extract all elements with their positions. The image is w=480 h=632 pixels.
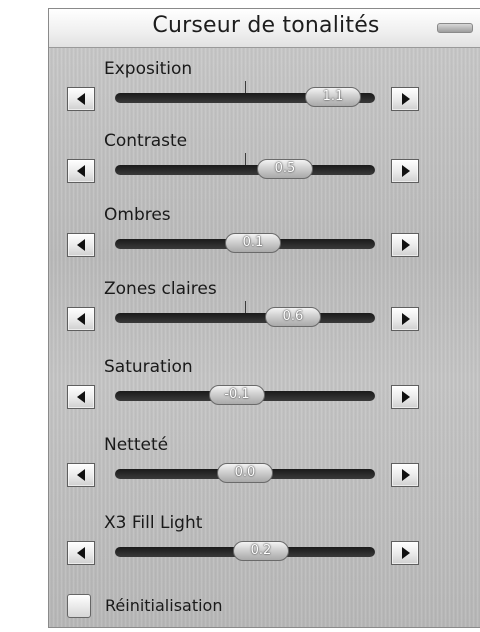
slider-thumb[interactable]: 0.1 (225, 233, 281, 253)
slider-label: Exposition (104, 59, 193, 79)
slider-thumb[interactable]: 0.2 (233, 541, 289, 561)
decrease-button[interactable] (67, 541, 95, 565)
slider-label: Contraste (104, 131, 188, 151)
reset-row[interactable]: Réinitialisation (67, 594, 367, 620)
slider-nettete: Netteté 0.0 (49, 435, 480, 505)
center-tick (245, 81, 246, 93)
right-arrow-icon (402, 547, 410, 559)
left-arrow-icon (77, 165, 85, 177)
slider-exposition: Exposition 1.1 (49, 59, 480, 129)
right-arrow-icon (402, 469, 410, 481)
right-arrow-icon (402, 239, 410, 251)
decrease-button[interactable] (67, 385, 95, 409)
panel-title: Curseur de tonalités (152, 13, 380, 38)
center-tick (245, 153, 246, 165)
slider-track[interactable] (115, 313, 375, 323)
slider-saturation: Saturation -0.1 (49, 357, 480, 427)
slider-label: Ombres (104, 205, 171, 225)
slider-label: Zones claires (104, 279, 217, 299)
slider-contraste: Contraste 0.5 (49, 131, 480, 201)
slider-zones-claires: Zones claires 0.6 (49, 279, 480, 349)
slider-x3-fill-light: X3 Fill Light 0.2 (49, 513, 480, 583)
increase-button[interactable] (391, 463, 419, 487)
slider-label: Saturation (104, 357, 193, 377)
increase-button[interactable] (391, 159, 419, 183)
decrease-button[interactable] (67, 87, 95, 111)
center-tick (245, 301, 246, 313)
slider-track[interactable] (115, 165, 375, 175)
right-arrow-icon (402, 313, 410, 325)
panel-titlebar: Curseur de tonalités (49, 9, 480, 48)
increase-button[interactable] (391, 385, 419, 409)
left-arrow-icon (77, 93, 85, 105)
reset-checkbox[interactable] (67, 594, 91, 618)
left-arrow-icon (77, 239, 85, 251)
right-arrow-icon (402, 93, 410, 105)
increase-button[interactable] (391, 307, 419, 331)
decrease-button[interactable] (67, 463, 95, 487)
increase-button[interactable] (391, 233, 419, 257)
slider-label: Netteté (104, 435, 169, 455)
slider-label: X3 Fill Light (104, 513, 203, 533)
increase-button[interactable] (391, 541, 419, 565)
slider-ombres: Ombres 0.1 (49, 205, 480, 275)
right-arrow-icon (402, 391, 410, 403)
increase-button[interactable] (391, 87, 419, 111)
tone-slider-panel: Curseur de tonalités Exposition 1.1 Cont… (48, 8, 480, 628)
slider-thumb[interactable]: 0.6 (265, 307, 321, 327)
slider-thumb[interactable]: 0.0 (217, 463, 273, 483)
minimize-icon[interactable] (437, 23, 473, 33)
reset-label: Réinitialisation (105, 596, 223, 615)
decrease-button[interactable] (67, 233, 95, 257)
slider-thumb[interactable]: 0.5 (257, 159, 313, 179)
right-arrow-icon (402, 165, 410, 177)
slider-thumb[interactable]: 1.1 (305, 87, 361, 107)
decrease-button[interactable] (67, 307, 95, 331)
left-arrow-icon (77, 313, 85, 325)
left-arrow-icon (77, 469, 85, 481)
left-arrow-icon (77, 391, 85, 403)
left-arrow-icon (77, 547, 85, 559)
decrease-button[interactable] (67, 159, 95, 183)
slider-thumb[interactable]: -0.1 (209, 385, 265, 405)
